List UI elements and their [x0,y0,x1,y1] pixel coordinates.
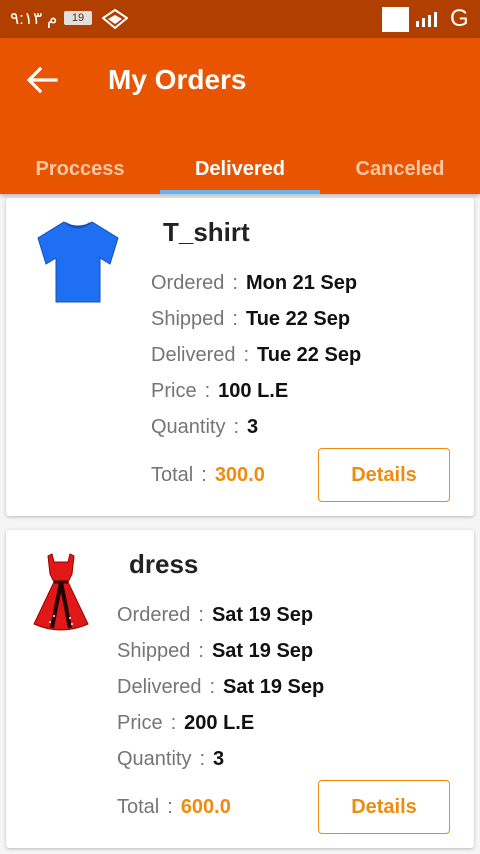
ordered-row: Ordered: Mon 21 Sep [151,272,357,295]
order-card: dress Ordered: Sat 19 Sep Shipped: Sat 19 … [6,530,474,848]
shipped-label: Shipped [151,308,225,330]
separator: : [201,464,207,486]
status-bar: م ٩:١٣ 19 G [0,0,480,38]
shipped-date: Sat 19 Sep [211,640,314,662]
quantity-value: 3 [213,748,225,770]
delivered-row: Delivered: Sat 19 Sep [117,676,324,699]
tab-delivered[interactable]: Delivered [160,146,320,194]
tshirt-image [37,221,119,303]
quantity-label: Quantity [151,416,226,438]
tab-process[interactable]: Proccess [0,146,160,194]
total-value: 300.0 [214,464,265,486]
separator: : [198,640,204,662]
app-bar: My Orders Proccess Delivered Canceled [0,38,480,194]
ordered-date: Mon 21 Sep [245,272,358,294]
separator: : [232,272,238,294]
delivered-label: Delivered [117,676,202,698]
network-type: G [450,5,469,32]
details-button[interactable]: Details [318,780,450,834]
shipped-date: Tue 22 Sep [245,308,351,330]
quantity-row: Quantity:3 [151,416,258,439]
quantity-label: Quantity [117,748,192,770]
separator: : [209,676,216,698]
wifi-icon [102,8,128,30]
total-value: 600.0 [180,796,231,818]
status-time: م ٩:١٣ [10,9,58,28]
delivered-row: Delivered: Tue 22 Sep [151,344,361,367]
price-row: Price:100 L.E [151,380,288,403]
price-label: Price [117,712,163,734]
separator: : [204,380,211,402]
separator: : [232,308,238,330]
price-value: 200 L.E [184,712,255,734]
total-row: Total:600.0 [117,796,231,819]
details-button[interactable]: Details [318,448,450,502]
ordered-row: Ordered: Sat 19 Sep [117,604,313,627]
product-name: T_shirt [163,217,250,247]
total-label: Total [151,464,194,486]
total-row: Total:300.0 [151,464,265,487]
separator: : [233,416,240,438]
product-name: dress [129,549,199,579]
shipped-row: Shipped: Sat 19 Sep [117,640,313,663]
price-label: Price [151,380,197,402]
battery-icon: 19 [64,11,92,25]
price-value: 100 L.E [218,380,289,402]
page-title: My Orders [108,64,247,95]
ordered-label: Ordered [117,604,191,626]
back-arrow-icon[interactable] [26,66,58,94]
order-card: T_shirt Ordered: Mon 21 Sep Shipped: Tue 2… [6,198,474,516]
tab-canceled[interactable]: Canceled [320,146,480,194]
total-label: Total [117,796,160,818]
signal-icon [416,12,437,27]
quantity-row: Quantity:3 [117,748,224,771]
quantity-value: 3 [247,416,259,438]
notification-icon [382,7,409,32]
delivered-date: Sat 19 Sep [223,676,325,698]
shipped-row: Shipped: Tue 22 Sep [151,308,350,331]
ordered-label: Ordered [151,272,225,294]
separator: : [198,604,204,626]
separator: : [167,796,173,818]
separator: : [243,344,250,366]
price-row: Price:200 L.E [117,712,254,735]
separator: : [199,748,206,770]
shipped-label: Shipped [117,640,191,662]
separator: : [170,712,177,734]
dress-image [33,553,89,631]
delivered-label: Delivered [151,344,236,366]
order-tabs: Proccess Delivered Canceled [0,146,480,194]
ordered-date: Sat 19 Sep [211,604,314,626]
delivered-date: Tue 22 Sep [257,344,362,366]
